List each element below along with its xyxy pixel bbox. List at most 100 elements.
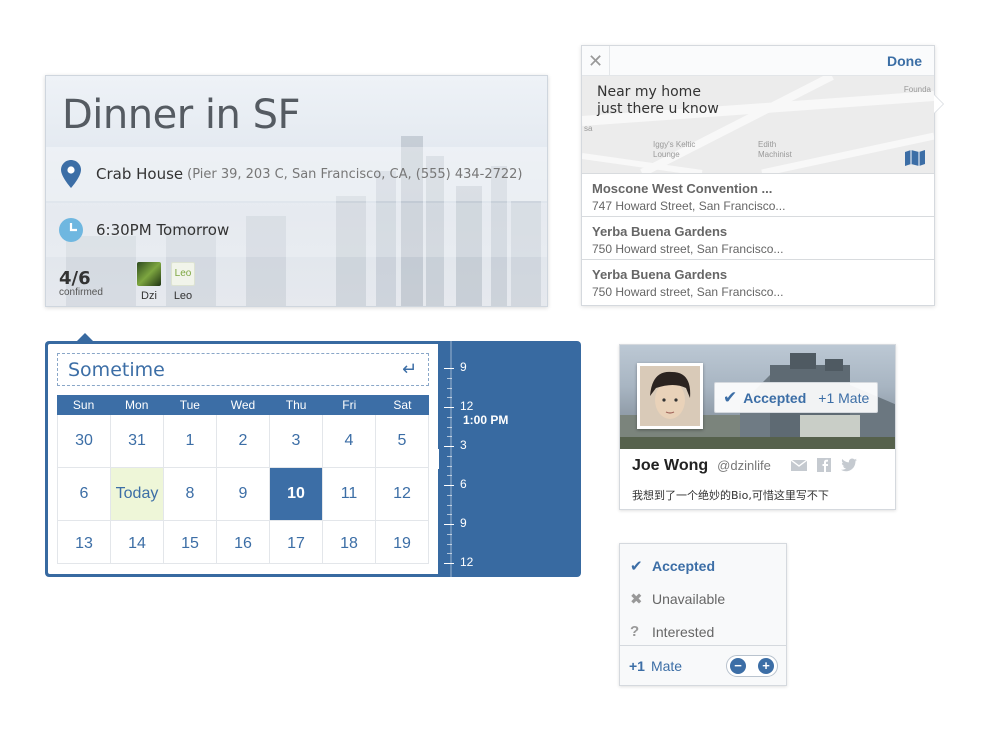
confirmed-summary: 4/6 confirmed xyxy=(59,268,103,298)
close-icon[interactable]: ✕ xyxy=(582,45,610,76)
plus-mate-label: +1 Mate xyxy=(818,389,870,406)
time-panel[interactable]: 9 12 3 6 9 12 1:00 PM xyxy=(431,341,581,577)
location-result[interactable]: Yerba Buena Gardens 750 Howard street, S… xyxy=(582,216,934,259)
calendar-weekdays: Sun Mon Tue Wed Thu Fri Sat xyxy=(57,395,429,415)
twitter-icon[interactable] xyxy=(841,458,857,472)
time-minor-tick xyxy=(447,387,452,389)
calendar-day[interactable]: 5 xyxy=(376,415,429,468)
result-name: Yerba Buena Gardens xyxy=(592,224,728,239)
done-button[interactable]: Done xyxy=(887,53,934,69)
minus-button[interactable]: − xyxy=(730,658,746,674)
calendar-day[interactable]: 12 xyxy=(376,468,429,521)
calendar-day[interactable]: 14 xyxy=(111,521,164,564)
mate-counter-row: +1 Mate − + xyxy=(620,645,786,685)
time-tick xyxy=(444,407,454,408)
avatar[interactable] xyxy=(637,363,703,429)
calendar-day[interactable]: 18 xyxy=(323,521,376,564)
event-card[interactable]: Dinner in SF Crab House (Pier 39, 203 C,… xyxy=(45,75,548,307)
calendar-day[interactable]: 17 xyxy=(270,521,323,564)
time-tick xyxy=(444,368,454,369)
calendar-day[interactable]: 3 xyxy=(270,415,323,468)
time-axis[interactable] xyxy=(450,341,452,577)
calendar-day-today[interactable]: Today xyxy=(111,468,164,521)
map-label: Iggy's Keltic Lounge xyxy=(653,140,696,159)
result-name: Moscone West Convention ... xyxy=(592,181,773,196)
time-drag-handle[interactable] xyxy=(431,449,439,469)
rsvp-option-unavailable[interactable]: ✖ Unavailable xyxy=(620,582,786,615)
check-icon: ✔ xyxy=(723,387,738,407)
calendar-day[interactable]: 13 xyxy=(58,521,111,564)
calendar-day[interactable]: 19 xyxy=(376,521,429,564)
attendee-name: Leo xyxy=(173,290,193,302)
calendar-day[interactable]: 31 xyxy=(111,415,164,468)
calendar-day[interactable]: 11 xyxy=(323,468,376,521)
calendar-day[interactable]: 8 xyxy=(164,468,217,521)
attendee-name: Dzi xyxy=(141,290,157,302)
time-tick xyxy=(444,524,454,525)
calendar-day[interactable]: 15 xyxy=(164,521,217,564)
question-icon: ? xyxy=(630,623,640,640)
profile-name-row: Joe Wong @dzinlife xyxy=(632,457,771,475)
rsvp-option-interested[interactable]: ? Interested xyxy=(620,615,786,648)
mate-stepper[interactable]: − + xyxy=(726,655,778,677)
calendar-day[interactable]: 9 xyxy=(217,468,270,521)
confirmed-label: confirmed xyxy=(59,287,103,298)
time-minor-tick xyxy=(447,514,452,516)
weekday-label: Mon xyxy=(125,398,149,412)
calendar-day[interactable]: 6 xyxy=(58,468,111,521)
time-minor-tick xyxy=(447,416,452,418)
avatar: Leo xyxy=(171,262,195,286)
plus-button[interactable]: + xyxy=(758,658,774,674)
datetime-picker: Sometime ↵ Sun Mon Tue Wed Thu Fri Sat 3… xyxy=(45,333,581,577)
current-time: 1:00 PM xyxy=(463,413,509,427)
rsvp-option-label: Unavailable xyxy=(652,590,726,607)
time-minor-tick xyxy=(447,553,452,555)
calendar-day[interactable]: 2 xyxy=(217,415,270,468)
date-panel: Sometime ↵ Sun Mon Tue Wed Thu Fri Sat 3… xyxy=(48,344,438,574)
facebook-icon[interactable] xyxy=(816,458,832,472)
location-detail: (Pier 39, 203 C, San Francisco, CA, (555… xyxy=(187,166,523,182)
rsvp-menu: ✔ Accepted ✖ Unavailable ? Interested +1… xyxy=(619,543,787,686)
location-result[interactable]: Moscone West Convention ... 747 Howard S… xyxy=(582,173,934,216)
calendar-day[interactable]: 16 xyxy=(217,521,270,564)
enter-icon[interactable]: ↵ xyxy=(402,359,422,380)
status-label: Accepted xyxy=(743,389,807,406)
time-minor-tick xyxy=(447,504,452,506)
attendee-dzi[interactable]: Dzi xyxy=(134,262,164,302)
accepted-badge[interactable]: ✔ Accepted +1 Mate xyxy=(714,382,879,413)
x-icon: ✖ xyxy=(630,590,643,608)
event-title: Dinner in SF xyxy=(62,92,300,138)
time-tick-label: 12 xyxy=(460,399,474,413)
rsvp-option-label: Interested xyxy=(652,623,715,640)
time-minor-tick xyxy=(447,397,452,399)
map-label: sa xyxy=(584,124,593,133)
location-name: Crab House xyxy=(96,165,184,183)
sometime-text: Sometime xyxy=(68,358,165,381)
calendar: Sun Mon Tue Wed Thu Fri Sat 30 31 1 2 3 4 5 6 To… xyxy=(57,395,429,564)
calendar-day[interactable]: 4 xyxy=(323,415,376,468)
clock-icon xyxy=(46,218,96,242)
rsvp-option-accepted[interactable]: ✔ Accepted xyxy=(620,549,786,582)
calendar-day-selected[interactable]: 10 xyxy=(270,468,323,521)
profile-card: ✔ Accepted +1 Mate Joe Wong @dzinlife 我想… xyxy=(619,344,896,510)
event-time-row[interactable]: 6:30PM Tomorrow xyxy=(46,203,547,257)
calendar-day[interactable]: 1 xyxy=(164,415,217,468)
map-view[interactable]: Near my home just there u know Founda sa… xyxy=(582,76,934,173)
location-note[interactable]: Near my home just there u know xyxy=(597,84,719,118)
result-address: 750 Howard street, San Francisco... xyxy=(592,285,784,299)
event-location-row[interactable]: Crab House (Pier 39, 203 C, San Francisc… xyxy=(46,147,547,201)
location-toolbar: ✕ Done xyxy=(582,45,934,76)
time-tick-label: 9 xyxy=(460,360,467,374)
location-result[interactable]: Yerba Buena Gardens 750 Howard street, S… xyxy=(582,259,934,302)
sometime-input[interactable]: Sometime ↵ xyxy=(57,353,429,386)
time-minor-tick xyxy=(447,543,452,545)
map-icon[interactable] xyxy=(904,149,926,167)
mail-icon[interactable] xyxy=(791,458,807,472)
calendar-day[interactable]: 30 xyxy=(58,415,111,468)
time-minor-tick xyxy=(447,426,452,428)
weekday-label: Sat xyxy=(393,398,412,412)
calendar-grid: 30 31 1 2 3 4 5 6 Today 8 9 10 11 12 13 14 15 16 17 18 19 xyxy=(57,415,429,564)
attendee-leo[interactable]: Leo Leo xyxy=(168,262,198,302)
result-name: Yerba Buena Gardens xyxy=(592,267,728,282)
profile-handle: @dzinlife xyxy=(717,458,771,473)
